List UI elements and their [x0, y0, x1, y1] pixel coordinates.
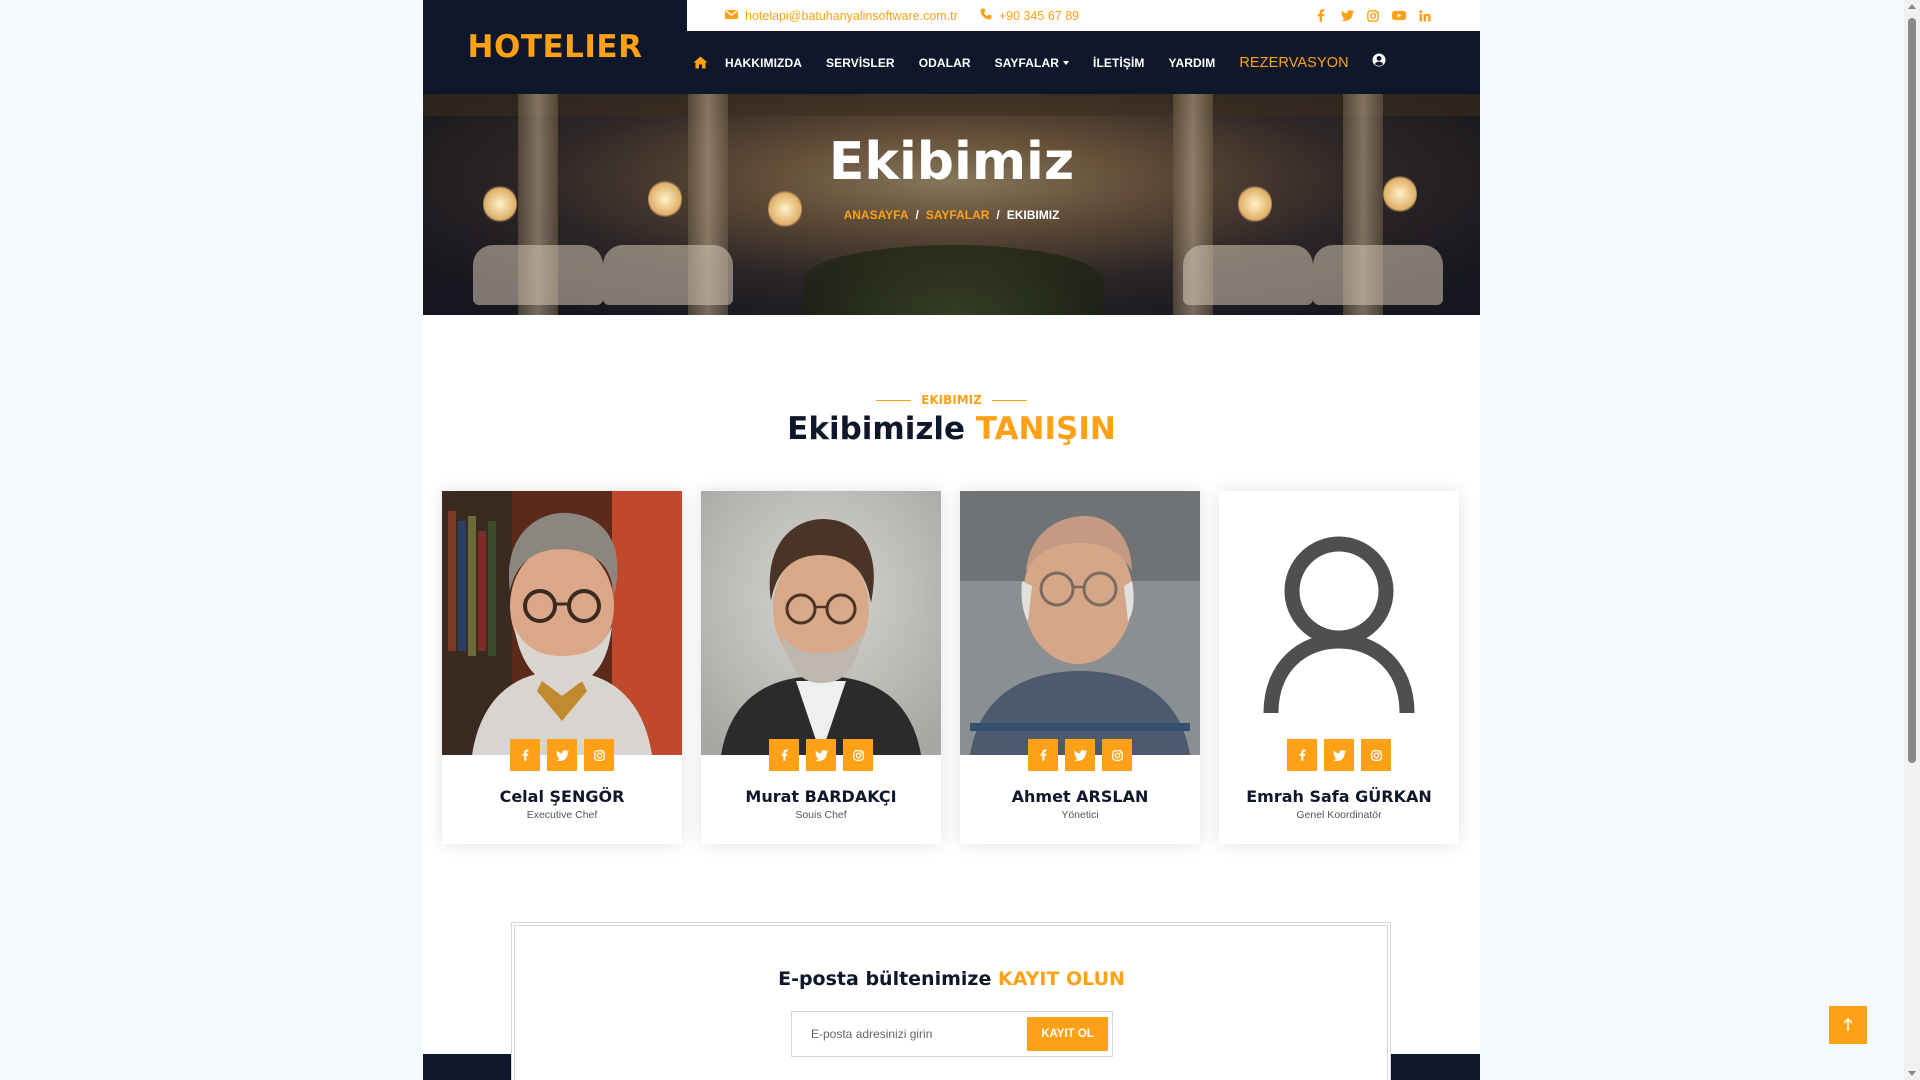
- section-title: Ekibimizle TANIŞIN: [423, 411, 1480, 447]
- site-logo[interactable]: HOTELIER: [468, 29, 643, 65]
- team-member-name: Celal ŞENGÖR: [499, 787, 625, 806]
- breadcrumb-current: EKIBIMIZ: [1006, 208, 1060, 222]
- topbar: hotelapi@batuhanyalinsoftware.com.tr +90…: [687, 0, 1480, 31]
- breadcrumb-sayfalar[interactable]: SAYFALAR: [926, 208, 990, 222]
- twitter-icon[interactable]: [806, 739, 836, 771]
- twitter-icon[interactable]: [1324, 739, 1354, 771]
- newsletter-title-main: E-posta bültenimize: [778, 968, 992, 990]
- divider-line: [876, 400, 912, 401]
- nav-item-odalar[interactable]: ODALAR: [919, 56, 971, 70]
- nav-item-yardim[interactable]: YARDIM: [1168, 56, 1215, 70]
- team-card: Murat BARDAKÇI Souis Chef: [701, 491, 941, 844]
- topbar-phone-text: +90 345 67 89: [998, 8, 1080, 23]
- instagram-icon[interactable]: [584, 739, 614, 771]
- newsletter-email-input[interactable]: [792, 1012, 1012, 1056]
- nav-item-sayfalar[interactable]: SAYFALAR: [994, 55, 1070, 70]
- facebook-icon[interactable]: [510, 739, 540, 771]
- banner-ceiling: [423, 94, 1480, 116]
- youtube-icon[interactable]: [1392, 9, 1406, 23]
- team-member-photo: [1219, 491, 1459, 755]
- team-member-role: Yönetici: [1061, 809, 1099, 821]
- team-member-socials: [960, 739, 1200, 771]
- team-member-role: Genel Koordinatör: [1296, 809, 1382, 821]
- linkedin-icon[interactable]: [1418, 9, 1432, 23]
- page-container: HOTELIER hotelapi@batuhanyalinsoftware.c…: [423, 0, 1480, 1080]
- facebook-icon[interactable]: [1028, 739, 1058, 771]
- divider-line: [991, 400, 1027, 401]
- topbar-social-links: [1314, 9, 1432, 23]
- page-scrollbar[interactable]: [1904, 0, 1920, 1080]
- nav-item-rezervasyon[interactable]: REZERVASYON: [1239, 55, 1348, 71]
- section-title-accent: TANIŞIN: [975, 411, 1116, 447]
- instagram-icon[interactable]: [1361, 739, 1391, 771]
- twitter-icon[interactable]: [1065, 739, 1095, 771]
- team-member-role: Executive Chef: [526, 809, 598, 821]
- banner-chair: [473, 245, 603, 305]
- banner-chair: [1183, 245, 1313, 305]
- instagram-icon[interactable]: [1366, 9, 1380, 23]
- team-member-name: Ahmet ARSLAN: [1011, 787, 1149, 806]
- newsletter-title: E-posta bültenimize KAYIT OLUN: [423, 968, 1480, 990]
- team-member-photo: [701, 491, 941, 755]
- team-member-photo: [442, 491, 682, 755]
- team-member-role: Souis Chef: [795, 809, 847, 821]
- facebook-icon[interactable]: [1287, 739, 1317, 771]
- team-member-photo: [960, 491, 1200, 755]
- newsletter-title-accent: KAYIT OLUN: [997, 968, 1125, 990]
- logo-area[interactable]: HOTELIER: [423, 0, 687, 94]
- scroll-down-arrow-icon[interactable]: [1908, 1071, 1916, 1076]
- team-list: Celal ŞENGÖR Executive Chef Murat BARDAK…: [442, 491, 1459, 844]
- facebook-icon[interactable]: [769, 739, 799, 771]
- team-member-socials: [1219, 739, 1459, 771]
- twitter-icon[interactable]: [547, 739, 577, 771]
- twitter-icon[interactable]: [1340, 9, 1354, 23]
- nav-item-hakkimizda[interactable]: HAKKIMIZDA: [725, 56, 802, 70]
- arrow-up-icon: [1843, 1018, 1853, 1031]
- section-title-main: Ekibimizle: [787, 411, 966, 447]
- banner-plants: [803, 245, 1103, 315]
- team-card: Ahmet ARSLAN Yönetici: [960, 491, 1200, 844]
- banner-chair: [603, 245, 733, 305]
- page-title: Ekibimiz: [828, 132, 1075, 192]
- team-member-name: Murat BARDAKÇI: [745, 787, 897, 806]
- breadcrumb: ANASAYFA / SAYFALAR / EKIBIMIZ: [423, 208, 1480, 222]
- breadcrumb-home[interactable]: ANASAYFA: [844, 208, 909, 222]
- team-card: Celal ŞENGÖR Executive Chef: [442, 491, 682, 844]
- user-placeholder-icon: [1219, 491, 1459, 755]
- instagram-icon[interactable]: [843, 739, 873, 771]
- breadcrumb-separator: /: [915, 208, 919, 222]
- page-header-banner: Ekibimiz ANASAYFA / SAYFALAR / EKIBIMIZ: [423, 94, 1480, 315]
- user-account-icon[interactable]: [1372, 53, 1386, 72]
- team-card: Emrah Safa GÜRKAN Genel Koordinatör: [1219, 491, 1459, 844]
- newsletter-form: KAYIT OL: [791, 1011, 1113, 1057]
- phone-icon: [980, 8, 992, 23]
- topbar-phone[interactable]: +90 345 67 89: [980, 8, 1079, 23]
- section-tag-text: EKIBIMIZ: [921, 393, 982, 407]
- instagram-icon[interactable]: [1102, 739, 1132, 771]
- team-member-socials: [701, 739, 941, 771]
- main-navbar: HAKKIMIZDA SERVİSLER ODALAR SAYFALAR İLE…: [687, 31, 1480, 94]
- topbar-email[interactable]: hotelapi@batuhanyalinsoftware.com.tr: [725, 9, 958, 23]
- topbar-email-text: hotelapi@batuhanyalinsoftware.com.tr: [745, 8, 958, 23]
- home-icon[interactable]: [687, 56, 713, 69]
- breadcrumb-separator: /: [996, 208, 1000, 222]
- back-to-top-button[interactable]: [1829, 1006, 1867, 1044]
- scrollbar-thumb[interactable]: [1908, 18, 1916, 763]
- scroll-up-arrow-icon[interactable]: [1908, 4, 1916, 9]
- team-member-name: Emrah Safa GÜRKAN: [1246, 787, 1432, 806]
- team-member-socials: [442, 739, 682, 771]
- facebook-icon[interactable]: [1314, 9, 1328, 23]
- banner-chair: [1313, 245, 1443, 305]
- envelope-icon: [725, 9, 738, 23]
- nav-item-servisler[interactable]: SERVİSLER: [826, 56, 895, 70]
- section-tag: EKIBIMIZ: [423, 393, 1480, 407]
- nav-item-sayfalar-label: SAYFALAR: [994, 55, 1060, 70]
- nav-item-iletisim[interactable]: İLETİŞİM: [1093, 56, 1144, 70]
- newsletter-subscribe-button[interactable]: KAYIT OL: [1027, 1017, 1108, 1051]
- chevron-down-icon: [1063, 60, 1070, 65]
